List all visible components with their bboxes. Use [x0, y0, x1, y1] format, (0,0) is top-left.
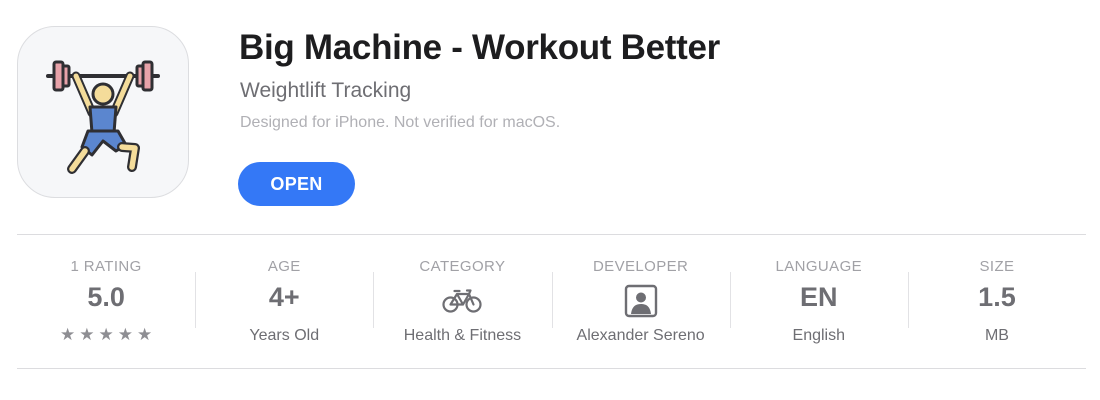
stat-size-sub: MB [984, 327, 1009, 344]
stat-age: AGE 4+ Years Old [195, 248, 373, 358]
stat-category[interactable]: CATEGORY Health & Fitness [373, 248, 551, 358]
stat-size-value: 1.5 [978, 282, 1016, 312]
star-icon: ★ [79, 325, 95, 344]
compatibility-note: Designed for iPhone. Not verified for ma… [240, 114, 561, 131]
bicycle-icon [442, 289, 483, 313]
app-icon [17, 26, 189, 198]
star-icon: ★ [117, 325, 133, 344]
stat-age-value: 4+ [268, 282, 300, 312]
stat-developer-label: DEVELOPER [592, 258, 689, 275]
person-portrait-icon [624, 284, 657, 318]
stat-language-value: EN [800, 282, 838, 312]
stat-rating[interactable]: 1 RATING 5.0 ★ ★ ★ ★ ★ [17, 248, 195, 358]
rating-stars: ★ ★ ★ ★ ★ [17, 326, 195, 343]
stat-size: SIZE 1.5 MB [907, 248, 1086, 358]
stat-language-label: LANGUAGE [775, 258, 863, 275]
stat-age-label: AGE [267, 258, 301, 275]
weightlifter-icon [46, 60, 160, 174]
info-stats-row: 1 RATING 5.0 ★ ★ ★ ★ ★ AGE 4+ Years Old … [17, 248, 1086, 358]
app-subtitle: Weightlift Tracking [240, 79, 412, 102]
stat-developer-sub: Alexander Sereno [576, 327, 705, 344]
stat-rating-label: 1 RATING [70, 258, 142, 275]
star-icon: ★ [98, 325, 114, 344]
stat-category-label: CATEGORY [419, 258, 506, 275]
stat-language-sub: English [792, 327, 846, 344]
app-title: Big Machine - Workout Better [239, 28, 720, 67]
stat-size-label: SIZE [979, 258, 1015, 275]
stat-language: LANGUAGE EN English [729, 248, 908, 358]
stat-age-sub: Years Old [249, 327, 320, 344]
stat-category-sub: Health & Fitness [403, 327, 522, 344]
stat-developer[interactable]: DEVELOPER Alexander Sereno [551, 248, 730, 358]
star-icon: ★ [136, 325, 153, 344]
open-button[interactable]: OPEN [238, 162, 355, 206]
star-icon: ★ [59, 325, 76, 344]
stat-rating-value: 5.0 [87, 282, 125, 312]
bottom-divider [17, 368, 1086, 369]
top-divider [17, 234, 1086, 235]
